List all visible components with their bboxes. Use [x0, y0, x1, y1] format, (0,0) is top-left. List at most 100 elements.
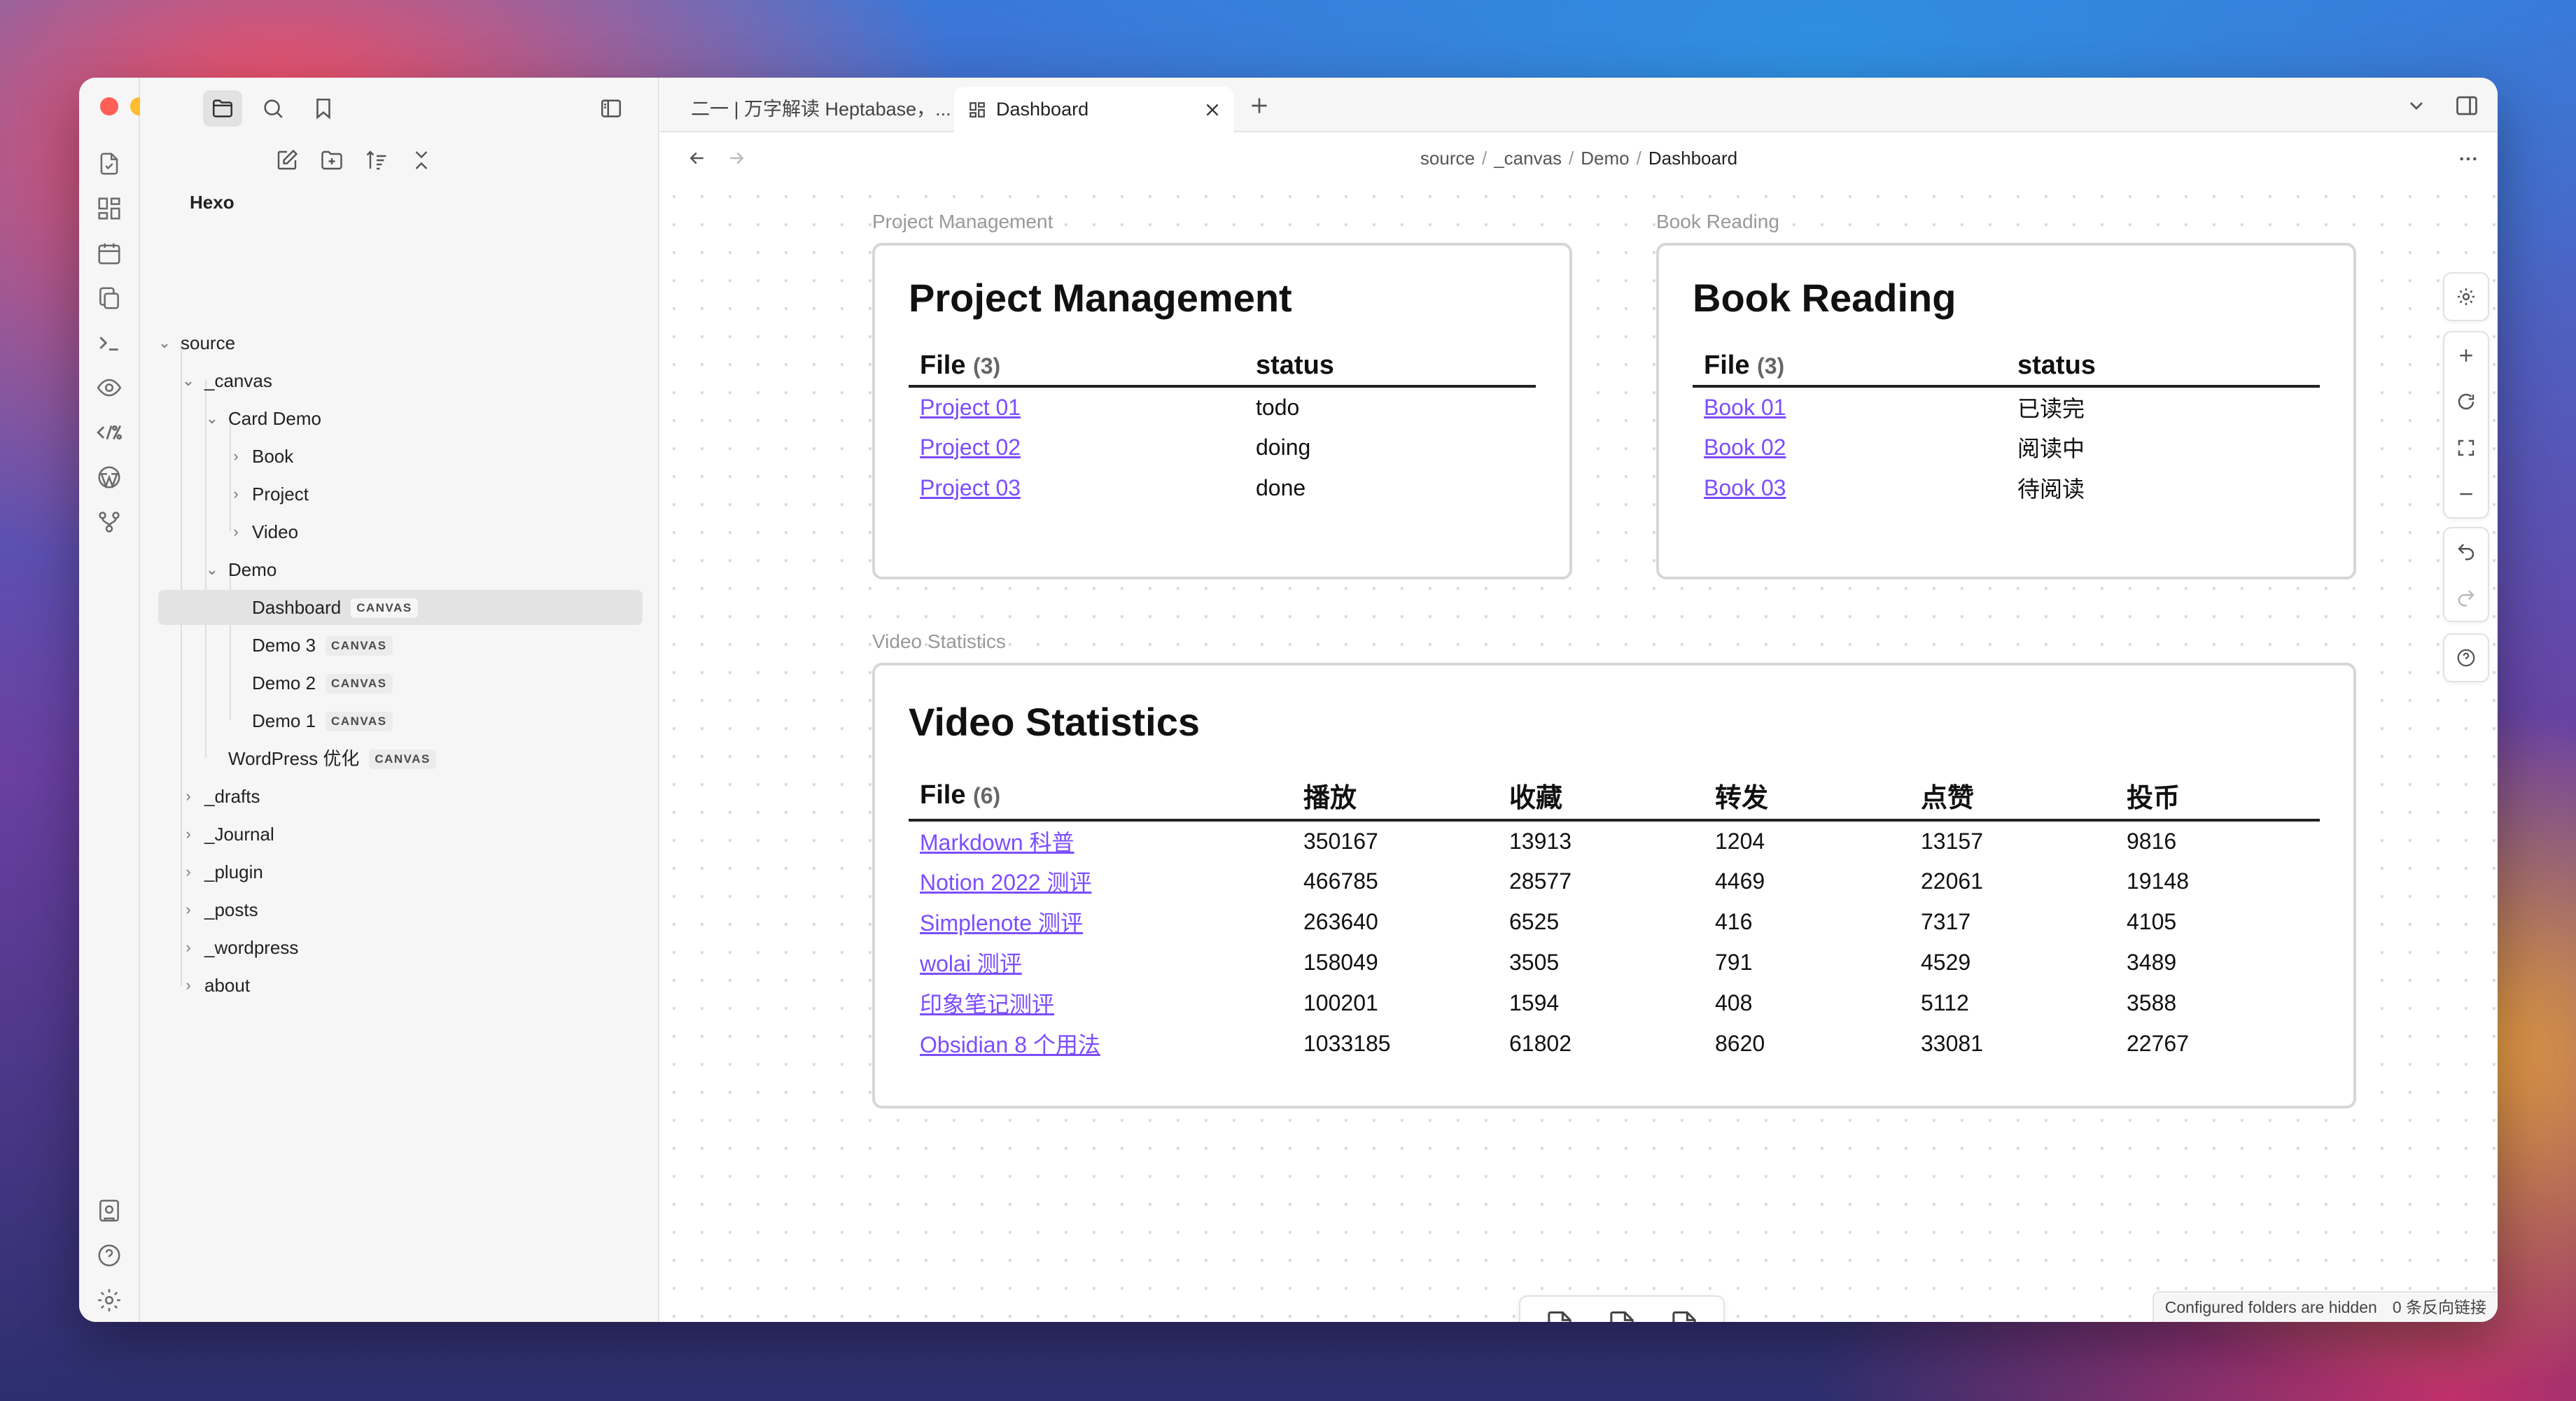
- table-cell: 466785: [1303, 868, 1378, 894]
- chevron-down-icon[interactable]: ⌄: [202, 401, 223, 436]
- folder-posts[interactable]: › _posts: [140, 892, 658, 927]
- project-management-card[interactable]: Project Management File (3) status Proje…: [872, 243, 1572, 579]
- chevron-right-icon[interactable]: ›: [178, 892, 199, 927]
- hidden-folders-status[interactable]: Configured folders are hidden: [2165, 1298, 2377, 1316]
- file-link[interactable]: Book 02: [1693, 427, 2006, 467]
- toggle-right-sidebar-icon[interactable]: [2454, 93, 2479, 118]
- chevron-right-icon[interactable]: ›: [178, 817, 199, 852]
- folder-source[interactable]: ⌄ source: [140, 325, 658, 360]
- undo-icon[interactable]: [2444, 528, 2488, 575]
- more-options-icon[interactable]: [2457, 148, 2479, 170]
- chevron-right-icon[interactable]: ›: [225, 477, 246, 512]
- chevron-down-icon[interactable]: ⌄: [154, 325, 175, 360]
- tab-dashboard[interactable]: Dashboard: [954, 87, 1234, 132]
- folder-demo[interactable]: ⌄ Demo: [140, 552, 658, 587]
- tab-list-chevron-down-icon[interactable]: [2405, 94, 2428, 117]
- file-demo-1[interactable]: Demo 1 CANVAS: [140, 703, 658, 738]
- folder-video[interactable]: › Video: [140, 514, 658, 549]
- file-link[interactable]: wolai 测评: [909, 942, 1292, 983]
- folder-canvas[interactable]: ⌄ _canvas: [140, 363, 658, 398]
- canvas-settings-gear-icon[interactable]: [2444, 274, 2488, 320]
- close-tab-icon[interactable]: [1203, 101, 1222, 119]
- tab-heptabase-article[interactable]: 二一 | 万字解读 Heptabase，...: [674, 87, 954, 132]
- add-note-from-vault-icon[interactable]: [1604, 1308, 1640, 1322]
- search-tab-icon[interactable]: [253, 90, 293, 127]
- close-window-button[interactable]: [100, 97, 118, 115]
- file-link[interactable]: Project 02: [909, 427, 1245, 467]
- templater-icon[interactable]: [96, 419, 122, 446]
- bookmark-tab-icon[interactable]: [304, 90, 343, 127]
- zoom-out-icon[interactable]: [2444, 471, 2488, 517]
- reset-zoom-icon[interactable]: [2444, 379, 2488, 425]
- folder-about[interactable]: › about: [140, 968, 658, 1003]
- git-icon[interactable]: [96, 509, 122, 535]
- zoom-in-icon[interactable]: [2444, 332, 2488, 379]
- zoom-to-fit-icon[interactable]: [2444, 425, 2488, 471]
- file-link[interactable]: Markdown 科普: [909, 820, 1292, 861]
- file-link[interactable]: Project 03: [909, 467, 1245, 508]
- add-media-icon[interactable]: [1666, 1308, 1702, 1322]
- folder-drafts[interactable]: › _drafts: [140, 779, 658, 814]
- file-wordpress-optimize[interactable]: WordPress 优化 CANVAS: [140, 741, 658, 776]
- chevron-right-icon[interactable]: ›: [225, 439, 246, 474]
- folder-card-demo[interactable]: ⌄ Card Demo: [140, 401, 658, 436]
- chevron-down-icon[interactable]: ⌄: [202, 552, 223, 587]
- table-cell: 3489: [2127, 949, 2177, 975]
- table-cell: 13157: [1921, 828, 1983, 854]
- terminal-icon[interactable]: [96, 330, 122, 356]
- eye-icon[interactable]: [96, 374, 122, 401]
- breadcrumb-item[interactable]: Demo: [1581, 148, 1629, 169]
- canvas-icon[interactable]: [96, 195, 122, 222]
- new-tab-icon[interactable]: [1248, 94, 1270, 117]
- file-link[interactable]: Simplenote 测评: [909, 901, 1292, 942]
- backlinks-count[interactable]: 0 条反向链接: [2393, 1298, 2486, 1316]
- chevron-right-icon[interactable]: ›: [178, 968, 199, 1003]
- tab-label: 二一 | 万字解读 Heptabase，...: [691, 99, 951, 120]
- video-statistics-card[interactable]: Video Statistics File (6) 播放 收藏 转发 点赞 投币…: [872, 663, 2356, 1108]
- card-title: Project Management: [909, 276, 1292, 320]
- file-link[interactable]: Book 03: [1693, 467, 2006, 508]
- sort-order-icon[interactable]: [364, 148, 389, 173]
- open-quick-switcher-icon[interactable]: [96, 150, 122, 177]
- new-folder-icon[interactable]: [319, 148, 344, 173]
- calendar-icon[interactable]: [96, 240, 122, 267]
- file-link[interactable]: 印象笔记测评: [909, 983, 1292, 1023]
- file-link[interactable]: Notion 2022 测评: [909, 861, 1292, 901]
- chevron-right-icon[interactable]: ›: [225, 514, 246, 549]
- tree-item-label: _posts: [204, 899, 258, 920]
- files-tab-icon[interactable]: [203, 90, 242, 127]
- breadcrumb-current[interactable]: Dashboard: [1648, 148, 1737, 169]
- folder-book[interactable]: › Book: [140, 439, 658, 474]
- table-row: 印象笔记测评 100201 1594 408 5112 3588: [909, 983, 2320, 1023]
- breadcrumb-item[interactable]: _canvas: [1494, 148, 1562, 169]
- file-demo-2[interactable]: Demo 2 CANVAS: [140, 666, 658, 700]
- help-icon[interactable]: [96, 1242, 122, 1269]
- file-link[interactable]: Obsidian 8 个用法: [909, 1023, 1292, 1064]
- canvas-view[interactable]: Project Management Project Management Fi…: [660, 183, 2498, 1322]
- canvas-help-icon[interactable]: [2444, 635, 2488, 681]
- folder-project[interactable]: › Project: [140, 477, 658, 512]
- breadcrumb-separator: /: [1636, 148, 1642, 169]
- chevron-right-icon[interactable]: ›: [178, 854, 199, 889]
- collapse-all-icon[interactable]: [409, 148, 434, 173]
- chevron-right-icon[interactable]: ›: [178, 779, 199, 814]
- chevron-down-icon[interactable]: ⌄: [178, 363, 199, 398]
- new-note-icon[interactable]: [274, 148, 300, 173]
- redo-icon[interactable]: [2444, 575, 2488, 621]
- copy-icon[interactable]: [96, 285, 122, 311]
- settings-icon[interactable]: [96, 1287, 122, 1314]
- file-dashboard[interactable]: Dashboard CANVAS: [140, 590, 658, 625]
- chevron-right-icon[interactable]: ›: [178, 930, 199, 965]
- wordpress-icon[interactable]: [96, 464, 122, 491]
- folder-plugin[interactable]: › _plugin: [140, 854, 658, 889]
- collapse-sidebar-icon[interactable]: [592, 90, 631, 127]
- folder-journal[interactable]: › _Journal: [140, 817, 658, 852]
- vault-switch-icon[interactable]: [96, 1197, 122, 1224]
- file-link[interactable]: Book 01: [1693, 386, 2006, 427]
- file-link[interactable]: Project 01: [909, 386, 1245, 427]
- file-demo-3[interactable]: Demo 3 CANVAS: [140, 628, 658, 663]
- add-card-icon[interactable]: [1541, 1308, 1578, 1322]
- book-reading-card[interactable]: Book Reading File (3) status Book 01 已读完 …: [1656, 243, 2356, 579]
- folder-wordpress[interactable]: › _wordpress: [140, 930, 658, 965]
- breadcrumb-item[interactable]: source: [1420, 148, 1475, 169]
